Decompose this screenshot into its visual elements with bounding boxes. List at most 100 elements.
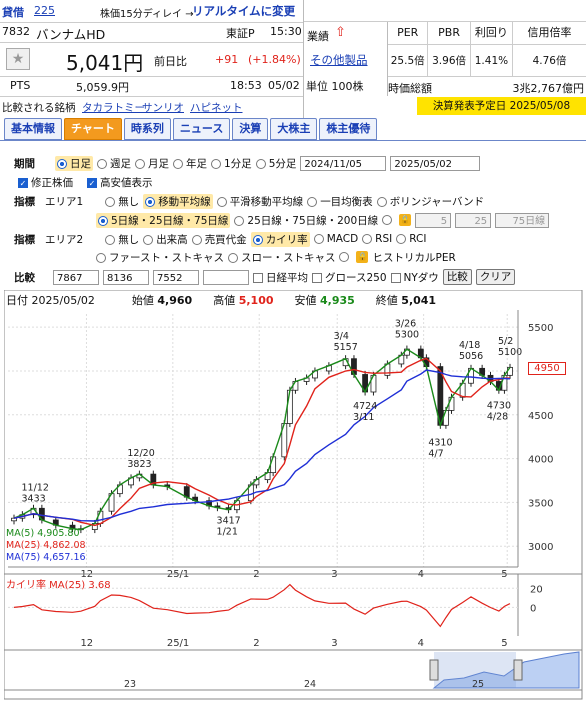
area1-ichimoku-label: 一目均衡表 xyxy=(320,195,373,208)
date-to-input[interactable]: 2025/05/02 xyxy=(390,155,481,171)
high-low-checkbox[interactable]: ✓ xyxy=(87,177,97,188)
price-change: +91 xyxy=(215,53,239,66)
industry-label: 業績 xyxy=(307,30,329,43)
date-from-input[interactable]: 2024/11/05 xyxy=(300,155,387,171)
area1-none[interactable]: 無し xyxy=(105,194,139,209)
area1-ma-radio[interactable] xyxy=(145,196,156,207)
adjusted-price-option[interactable]: ✓ 修正株価 xyxy=(18,175,73,190)
realtime-link[interactable]: リアルタイムに変更 xyxy=(192,3,295,19)
ma-custom-radio[interactable] xyxy=(382,215,393,225)
area2-macd[interactable]: MACD xyxy=(313,233,358,245)
area1-ichimoku[interactable]: 一目均衡表 xyxy=(307,194,373,209)
area1-bollinger[interactable]: ボリンジャーバンド xyxy=(376,194,484,209)
area2-rsi[interactable]: RSI xyxy=(362,233,392,245)
ma-input-2[interactable]: 25 xyxy=(455,212,492,228)
compare-code-2[interactable]: 8136 xyxy=(103,269,149,285)
period-monthly[interactable]: 月足 xyxy=(135,156,169,171)
period-1min-radio[interactable] xyxy=(211,158,221,169)
area2-slow-stoch-radio[interactable] xyxy=(227,252,238,263)
compare-code-3[interactable]: 7552 xyxy=(153,269,199,285)
compare-code-1[interactable]: 7867 xyxy=(53,269,99,285)
tab-basic-info[interactable]: 基本情報 xyxy=(4,118,62,140)
period-weekly[interactable]: 週足 xyxy=(97,156,131,171)
tab-news[interactable]: ニュース xyxy=(172,118,231,140)
pts-price: 5,059.9円 xyxy=(76,81,129,94)
ma-input-1[interactable]: 5 xyxy=(415,212,452,228)
area1-smooth-ma[interactable]: 平滑移動平均線 xyxy=(216,194,303,209)
high-low-option[interactable]: ✓ 高安値表示 xyxy=(87,175,153,190)
nikkei-option[interactable]: 日経平均 xyxy=(253,270,308,285)
area2-fast-stoch-radio[interactable] xyxy=(96,252,106,263)
growth250-option[interactable]: グロース250 xyxy=(312,270,387,285)
compare-label: 比較される銘柄 xyxy=(2,102,76,114)
nydow-option[interactable]: NYダウ xyxy=(390,270,439,285)
compare-code-4[interactable] xyxy=(203,269,249,285)
growth250-checkbox[interactable] xyxy=(312,272,322,283)
period-yearly-radio[interactable] xyxy=(173,158,183,169)
tab-benefits[interactable]: 株主優待 xyxy=(319,118,378,140)
tab-earnings[interactable]: 決算 xyxy=(232,118,269,140)
favorite-star-icon[interactable]: ★ xyxy=(6,48,30,70)
index-225-link[interactable]: 225 xyxy=(34,4,55,17)
area1-ichimoku-radio[interactable] xyxy=(307,196,318,207)
period-daily[interactable]: 日足 xyxy=(55,155,93,171)
area1-none-radio[interactable] xyxy=(105,196,116,207)
area2-fast-stoch[interactable]: ファースト・ストキャス xyxy=(96,250,224,265)
compare-item-1[interactable]: タカラトミー xyxy=(82,100,145,115)
compare-button[interactable]: 比較 xyxy=(442,269,472,285)
period-5min-radio[interactable] xyxy=(255,158,266,169)
y-tick-label: 4500 xyxy=(528,411,553,422)
area2-rci-radio[interactable] xyxy=(396,234,407,244)
area2-volume-radio[interactable] xyxy=(143,234,154,245)
ma-set-5-25-75[interactable]: 5日線・25日線・75日線 xyxy=(96,212,231,228)
area2-turnover-radio[interactable] xyxy=(191,234,202,245)
osc-tick-label: 0 xyxy=(530,603,536,614)
tab-shareholders[interactable]: 大株主 xyxy=(270,118,318,140)
nydow-checkbox[interactable] xyxy=(390,272,401,283)
compare-item-2[interactable]: サンリオ xyxy=(142,100,184,115)
ma-set-25-75-200-radio[interactable] xyxy=(234,215,245,226)
metric-header-per: PER xyxy=(388,22,429,44)
ma-set-5-25-75-radio[interactable] xyxy=(98,215,108,226)
area2-macd-radio[interactable] xyxy=(313,234,324,244)
adjusted-price-checkbox[interactable]: ✓ xyxy=(18,177,28,188)
compare-item-3[interactable]: ハピネット xyxy=(190,100,243,115)
area2-deviation[interactable]: カイリ率 xyxy=(250,231,310,247)
area1-smooth-ma-radio[interactable] xyxy=(216,196,227,207)
area1-bollinger-radio[interactable] xyxy=(376,196,387,207)
annotation-line1: 4310 xyxy=(428,437,452,448)
clear-button[interactable]: クリア xyxy=(475,269,516,285)
annotation-line1: 12/20 xyxy=(127,448,154,459)
growth250-label: グロース250 xyxy=(325,271,387,284)
area2-none-radio[interactable] xyxy=(105,234,116,245)
area2-volume[interactable]: 出来高 xyxy=(143,232,188,247)
area2-per-radio[interactable] xyxy=(339,252,350,262)
ma-input-3[interactable]: 75日線 xyxy=(495,212,550,228)
nikkei-checkbox[interactable] xyxy=(253,272,263,283)
tab-timeseries[interactable]: 時系列 xyxy=(123,118,171,140)
area1-label: エリア1 xyxy=(45,195,84,208)
stock-name: バンナムHD xyxy=(36,27,106,42)
area2-rci[interactable]: RCI xyxy=(396,233,426,245)
annotation-line2: 5157 xyxy=(334,342,358,353)
area2-rsi-radio[interactable] xyxy=(362,234,373,244)
period-1min[interactable]: 1分足 xyxy=(211,156,252,171)
period-5min[interactable]: 5分足 xyxy=(255,156,296,171)
period-monthly-radio[interactable] xyxy=(135,158,145,169)
annotation-line2: 5056 xyxy=(459,351,483,362)
tab-chart[interactable]: チャート xyxy=(64,118,122,140)
mcap-value: 3兆2,767億円 xyxy=(512,82,585,95)
ma-set-25-75-200[interactable]: 25日線・75日線・200日線 xyxy=(234,213,378,228)
industry-link[interactable]: その他製品 xyxy=(310,52,368,68)
period-daily-radio[interactable] xyxy=(57,158,67,169)
area2-turnover[interactable]: 売買代金 xyxy=(191,232,247,247)
period-yearly[interactable]: 年足 xyxy=(173,156,207,171)
area2-deviation-radio[interactable] xyxy=(252,234,263,245)
period-weekly-radio[interactable] xyxy=(97,158,107,169)
high-low-label: 高安値表示 xyxy=(100,176,153,189)
area1-ma[interactable]: 移動平均線 xyxy=(143,193,213,209)
area2-none[interactable]: 無し xyxy=(105,232,139,247)
metric-value-per: 25.5倍 xyxy=(388,45,429,77)
metrics-table: PER PBR 利回り 信用倍率 25.5倍 3.96倍 1.41% 4.76倍 xyxy=(388,22,586,77)
area2-slow-stoch[interactable]: スロー・ストキャス xyxy=(227,250,335,265)
